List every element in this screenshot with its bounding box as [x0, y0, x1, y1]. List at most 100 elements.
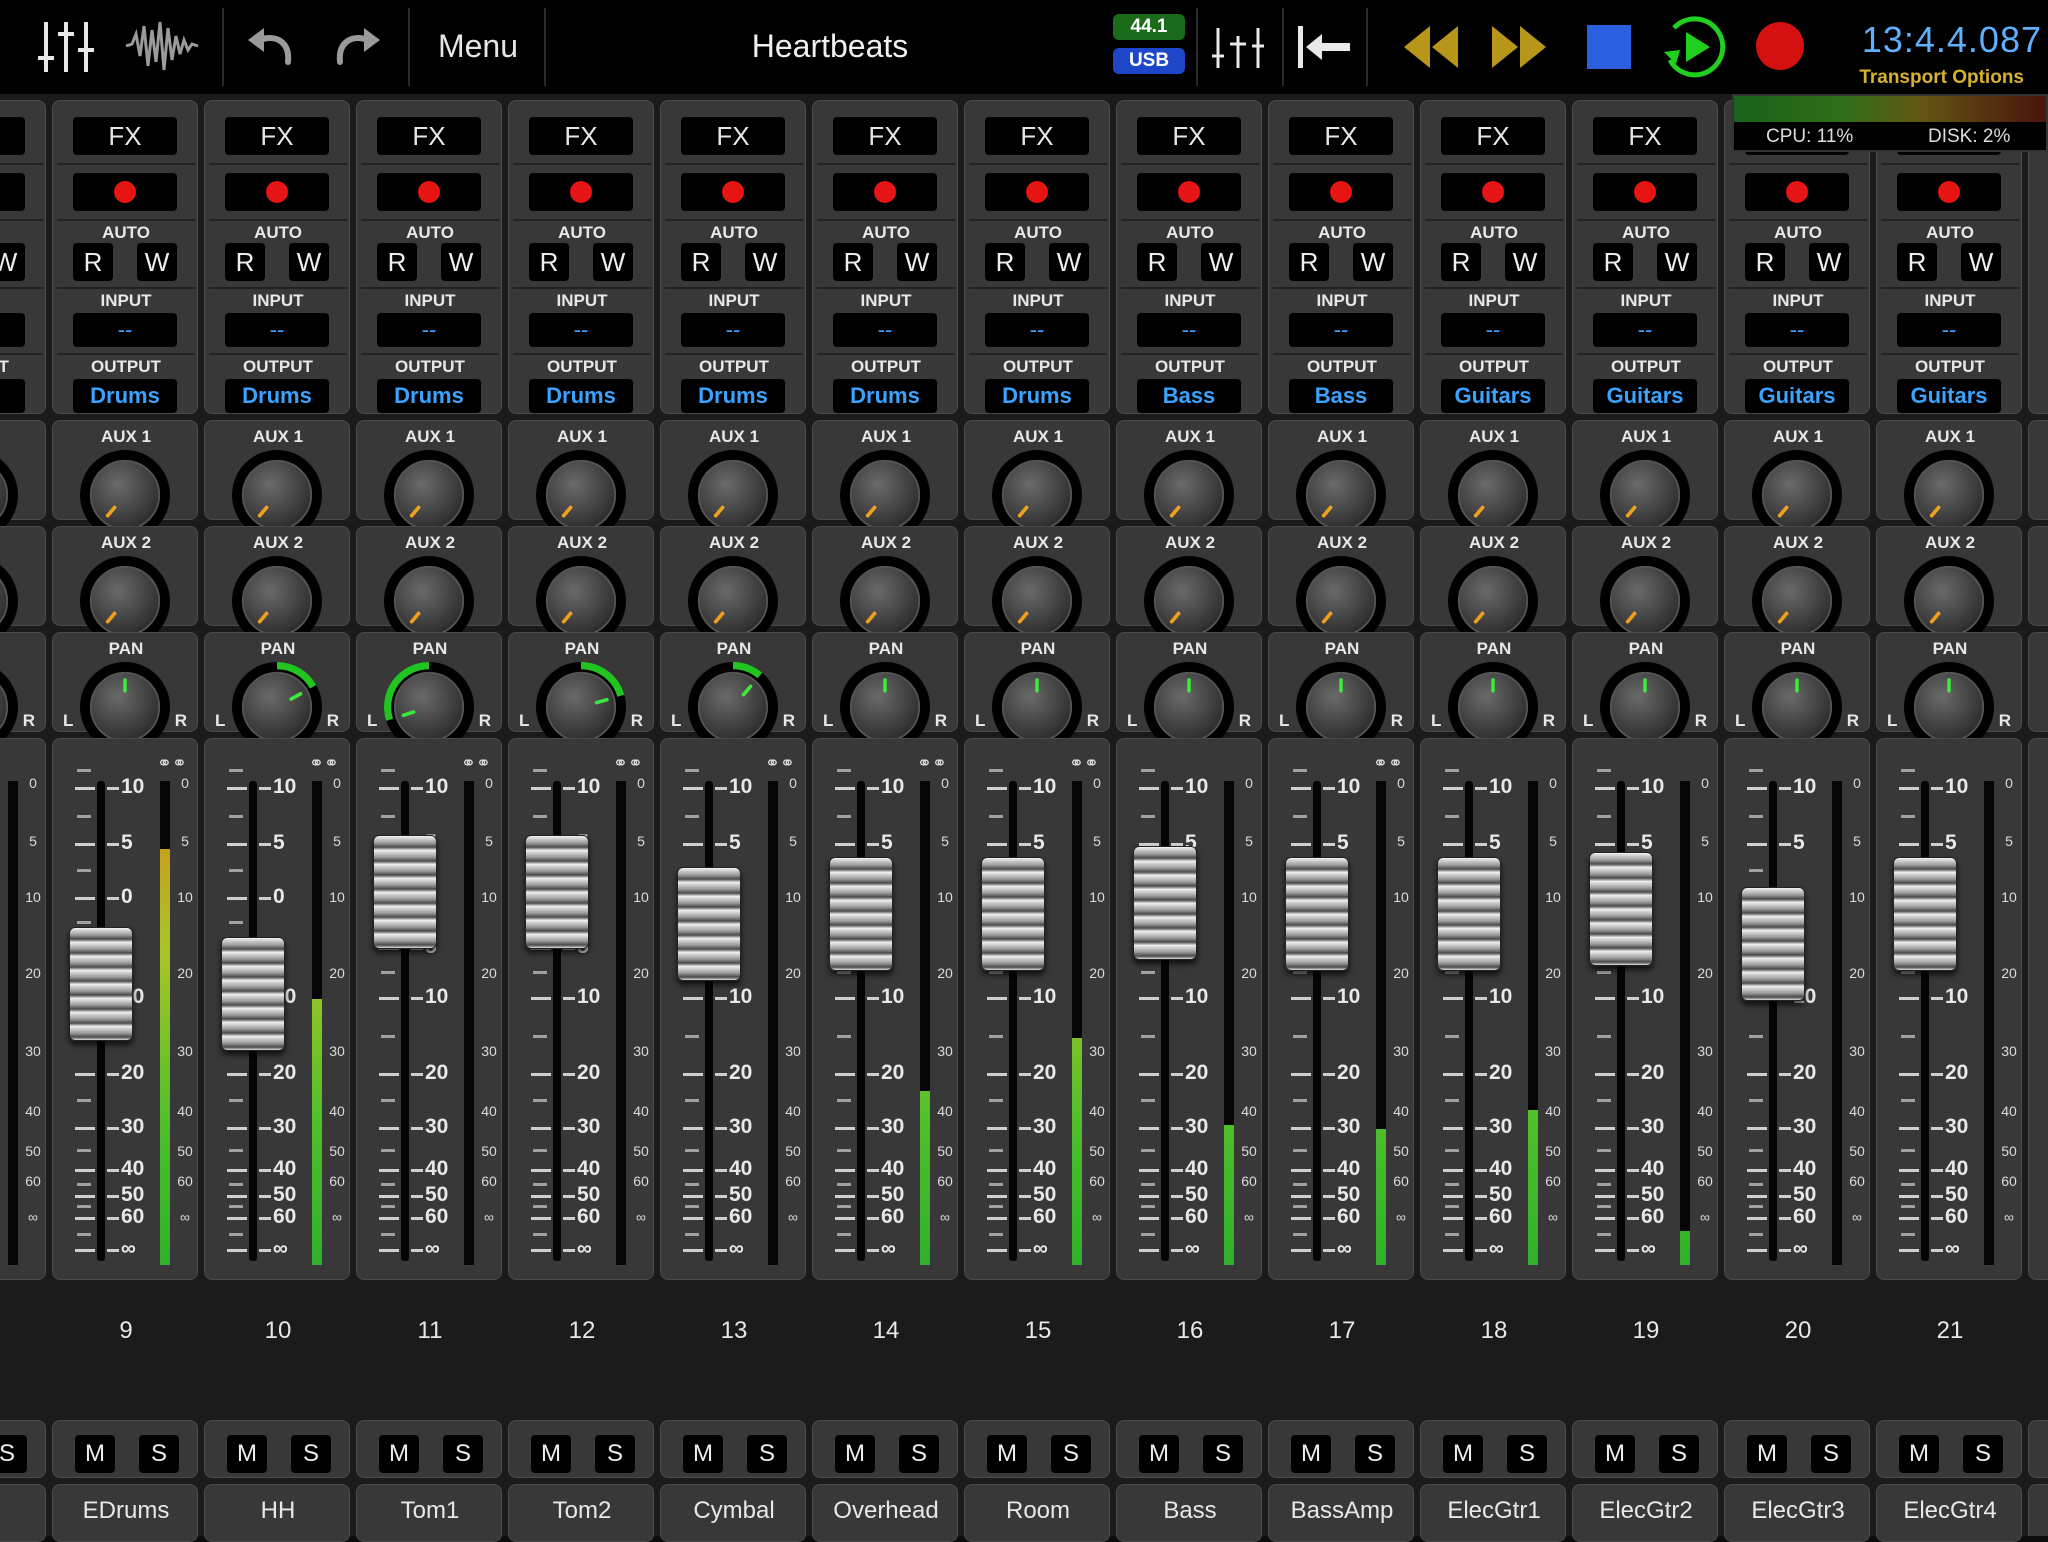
- channel-name-panel[interactable]: Tom2: [508, 1484, 654, 1542]
- fx-button[interactable]: FX: [529, 117, 633, 155]
- fx-button[interactable]: FX: [1441, 117, 1545, 155]
- solo-button[interactable]: S: [747, 1435, 787, 1473]
- automation-write-button[interactable]: W: [1961, 243, 2001, 281]
- record-arm-button[interactable]: [1745, 173, 1849, 211]
- channel-name-panel[interactable]: BassAmp: [1268, 1484, 1414, 1542]
- fx-button[interactable]: FX: [73, 117, 177, 155]
- channel-name-panel[interactable]: EDrums: [52, 1484, 198, 1542]
- record-arm-button[interactable]: [377, 173, 481, 211]
- automation-read-button[interactable]: R: [833, 243, 873, 281]
- fx-button[interactable]: FX: [681, 117, 785, 155]
- volume-fader[interactable]: [829, 857, 893, 971]
- stereo-link-icon[interactable]: ⚭⚭: [461, 753, 491, 774]
- solo-button[interactable]: S: [595, 1435, 635, 1473]
- channel-name-panel[interactable]: ElecGtr1: [1420, 1484, 1566, 1542]
- automation-write-button[interactable]: W: [1505, 243, 1545, 281]
- fx-button[interactable]: FX: [377, 117, 481, 155]
- mute-button[interactable]: M: [379, 1435, 419, 1473]
- output-selector[interactable]: Drums: [377, 379, 481, 413]
- output-selector[interactable]: Drums: [985, 379, 1089, 413]
- volume-fader[interactable]: [981, 857, 1045, 971]
- solo-button[interactable]: S: [1051, 1435, 1091, 1473]
- volume-fader[interactable]: [677, 867, 741, 981]
- channel-name-panel[interactable]: ElecGtr2: [1572, 1484, 1718, 1542]
- automation-read-button[interactable]: R: [225, 243, 265, 281]
- volume-fader[interactable]: [525, 835, 589, 950]
- mute-button[interactable]: M: [1899, 1435, 1939, 1473]
- fader-track[interactable]: [1769, 781, 1777, 1261]
- input-selector[interactable]: --: [1441, 313, 1545, 347]
- fader-track[interactable]: [1313, 781, 1321, 1261]
- fx-button[interactable]: FX: [833, 117, 937, 155]
- record-arm-button[interactable]: [73, 173, 177, 211]
- transport-options-button[interactable]: Transport Options: [1800, 66, 2024, 90]
- fx-button[interactable]: FX: [225, 117, 329, 155]
- record-arm-button[interactable]: [985, 173, 1089, 211]
- mixer-view-icon[interactable]: [36, 18, 96, 76]
- input-selector[interactable]: --: [225, 313, 329, 347]
- time-readout[interactable]: 13:4.4.087: [1836, 14, 2042, 66]
- channel-name-panel[interactable]: Tom1: [356, 1484, 502, 1542]
- mute-button[interactable]: M: [1291, 1435, 1331, 1473]
- redo-icon[interactable]: [334, 26, 382, 70]
- channel-name-panel[interactable]: Room: [964, 1484, 1110, 1542]
- automation-write-button[interactable]: W: [593, 243, 633, 281]
- record-arm-button[interactable]: [1441, 173, 1545, 211]
- undo-icon[interactable]: [246, 26, 294, 70]
- output-selector[interactable]: s: [0, 379, 25, 413]
- record-arm-button[interactable]: [225, 173, 329, 211]
- channel-name-panel[interactable]: HH: [204, 1484, 350, 1542]
- input-selector[interactable]: --: [1137, 313, 1241, 347]
- volume-fader[interactable]: [221, 937, 285, 1051]
- mute-button[interactable]: M: [227, 1435, 267, 1473]
- automation-write-button[interactable]: W: [1809, 243, 1849, 281]
- channel-name-panel[interactable]: [0, 1484, 46, 1542]
- input-selector[interactable]: --: [1897, 313, 2001, 347]
- solo-button[interactable]: S: [0, 1435, 27, 1473]
- automation-read-button[interactable]: R: [1745, 243, 1785, 281]
- fader-track[interactable]: [705, 781, 713, 1261]
- automation-write-button[interactable]: W: [1049, 243, 1089, 281]
- mute-button[interactable]: M: [1139, 1435, 1179, 1473]
- record-arm-button[interactable]: [1137, 173, 1241, 211]
- return-to-start-icon[interactable]: [1296, 24, 1352, 70]
- automation-write-button[interactable]: W: [137, 243, 177, 281]
- volume-fader[interactable]: [1741, 887, 1805, 1001]
- record-arm-button[interactable]: [1289, 173, 1393, 211]
- solo-button[interactable]: S: [291, 1435, 331, 1473]
- automation-write-button[interactable]: W: [0, 243, 25, 281]
- stop-icon[interactable]: [1586, 24, 1632, 70]
- stereo-link-icon[interactable]: ⚭⚭: [765, 753, 795, 774]
- input-selector[interactable]: --: [833, 313, 937, 347]
- solo-button[interactable]: S: [1963, 1435, 2003, 1473]
- volume-fader[interactable]: [1285, 857, 1349, 971]
- fx-button[interactable]: FX: [985, 117, 1089, 155]
- volume-fader[interactable]: [69, 927, 133, 1041]
- stereo-link-icon[interactable]: ⚭⚭: [309, 753, 339, 774]
- mute-button[interactable]: M: [1747, 1435, 1787, 1473]
- mute-button[interactable]: M: [683, 1435, 723, 1473]
- record-icon[interactable]: [1754, 20, 1806, 72]
- automation-write-button[interactable]: W: [441, 243, 481, 281]
- fader-track[interactable]: [1009, 781, 1017, 1261]
- waveform-view-icon[interactable]: [124, 16, 200, 76]
- input-selector[interactable]: --: [1289, 313, 1393, 347]
- automation-read-button[interactable]: R: [1441, 243, 1481, 281]
- fader-settings-icon[interactable]: [1210, 22, 1266, 72]
- fx-button[interactable]: FX: [1593, 117, 1697, 155]
- mute-button[interactable]: M: [75, 1435, 115, 1473]
- channel-name-panel[interactable]: Cymbal: [660, 1484, 806, 1542]
- output-selector[interactable]: Bass: [1289, 379, 1393, 413]
- record-arm-button[interactable]: [681, 173, 785, 211]
- automation-read-button[interactable]: R: [985, 243, 1025, 281]
- output-selector[interactable]: Guitars: [1441, 379, 1545, 413]
- solo-button[interactable]: S: [899, 1435, 939, 1473]
- mute-button[interactable]: M: [531, 1435, 571, 1473]
- fader-track[interactable]: [1465, 781, 1473, 1261]
- automation-write-button[interactable]: W: [1201, 243, 1241, 281]
- solo-button[interactable]: S: [1659, 1435, 1699, 1473]
- automation-read-button[interactable]: R: [73, 243, 113, 281]
- channel-name-panel[interactable]: ElecGtr3: [1724, 1484, 1870, 1542]
- mute-button[interactable]: M: [987, 1435, 1027, 1473]
- automation-read-button[interactable]: R: [1137, 243, 1177, 281]
